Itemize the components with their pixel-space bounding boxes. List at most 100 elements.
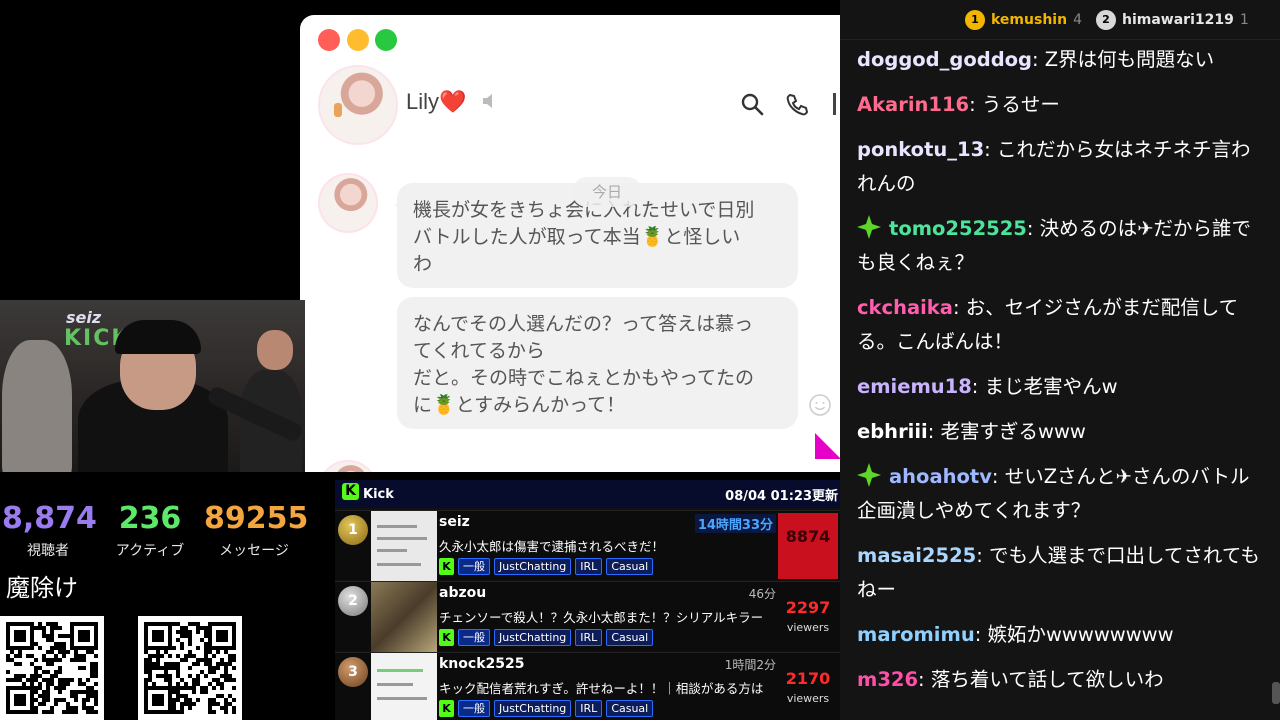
contact-name: Lily❤️ [406,89,467,114]
stream-duration: 14時間33分 [694,514,776,533]
viewer-number: 8874 [785,527,831,546]
menu-edge[interactable] [833,93,836,115]
stream-title: 久永小太郎は傷害で逮捕されるべきだ！ [439,539,665,554]
chat-text: まじ老害やんw [984,375,1118,398]
category-tag[interactable]: 一般 [458,558,490,575]
ranking-header: K Kick 08/04 01:23更新 [335,480,840,508]
qr-module [94,710,98,714]
thumbnail-line [377,537,427,540]
rank-badge: 2 [338,586,368,616]
viewer-box: 2170 viewers [778,655,838,720]
tag[interactable]: Casual [606,629,654,646]
chat-username[interactable]: ebhriii [857,420,928,443]
tag[interactable]: JustChatting [494,629,572,646]
chat-username[interactable]: ckchaika [857,296,953,319]
leaderboard-user: himawari1219 [1122,12,1234,28]
tag-list: K 一般 JustChatting IRL Casual [439,700,654,717]
chat-separator: : [927,420,941,443]
tag[interactable]: IRL [575,700,603,717]
stream-thumbnail[interactable] [371,653,437,720]
call-icon[interactable] [785,92,809,116]
tag[interactable]: Casual [606,558,654,575]
tag[interactable]: Casual [606,700,654,717]
chat-text: 老害すぎるwww [940,420,1086,443]
chat-username[interactable]: Akarin116 [857,93,969,116]
sparkle-badge-icon [857,463,881,487]
chat-username[interactable]: tomo252525 [889,217,1027,240]
ranking-row[interactable]: 1 seiz 14時間33分 久永小太郎は傷害で逮捕されるべきだ！ K 一般 J… [335,510,840,581]
person-head [257,330,293,370]
chat-message: m326: 落ち着いて話して欲しいわ [857,663,1262,697]
chat-message: maromimu: 嫉妬かwwwwwwww [857,618,1262,652]
category-tag[interactable]: 一般 [458,700,490,717]
webcam-feed: seiz KICK [0,300,305,472]
rank-2-badge-icon: 2 [1096,10,1116,30]
viewer-count: 8,874 [2,501,97,536]
neon-sign: seiz [66,308,102,327]
tag-list: K 一般 JustChatting IRL Casual [439,629,654,646]
chat-text: 嫉妬かwwwwwwww [987,623,1174,646]
ranking-row[interactable]: 3 knock2525 1時間2分 キック配信者荒れすぎ。許せねーよ！！｜相談が… [335,652,840,720]
chat-message-list: doggod_goddog: Z界は何も問題ない Akarin116: うるせー p… [857,43,1262,708]
chat-username[interactable]: ahoahotv [889,465,992,488]
message-avatar [318,460,378,472]
leaderboard-entry[interactable]: 1 kemushin 4 [965,10,1082,30]
tag[interactable]: JustChatting [494,558,572,575]
thumbnail-line [377,669,423,672]
viewer-box: 2297 viewers [778,584,838,650]
rank-1-badge-icon: 1 [965,10,985,30]
chat-username[interactable]: maromimu [857,623,975,646]
category-tag[interactable]: 一般 [458,629,490,646]
message-bubble: なんでその人選んだの？って答えは慕っ てくれてるから だと。その時でこねぇとかも… [397,297,798,429]
viewer-number: 2297 [785,598,831,617]
rank-badge: 1 [338,515,368,545]
chat-scrollbar[interactable] [1272,682,1280,704]
ranking-row[interactable]: 2 abzou 46分 チェンソーで殺人！？久永小太郎また！？シリアルキラー K… [335,581,840,652]
chat-username[interactable]: doggod_goddog [857,48,1032,71]
leaderboard-user: kemushin [991,12,1068,28]
chat-separator: : [976,544,989,567]
stream-thumbnail[interactable] [371,511,437,581]
chat-separator: : [1032,48,1045,71]
chat-separator: : [984,138,997,161]
kick-tag-icon: K [439,629,454,646]
chat-separator: : [971,375,985,398]
tag[interactable]: IRL [575,558,603,575]
chat-message: ebhriii: 老害すぎるwww [857,415,1262,449]
thumbnail-line [377,525,417,528]
chat-leaderboard: 1 kemushin 4 2 himawari1219 1 [840,0,1280,40]
chat-username[interactable]: emiemu18 [857,375,972,398]
active-stat: 236 アクティブ [104,502,196,560]
streamer-name[interactable]: seiz [439,514,470,530]
chat-username[interactable]: m326 [857,668,918,691]
streamer-name[interactable]: knock2525 [439,656,524,672]
charm-text: 魔除け [6,574,78,602]
viewer-label: viewers [786,550,830,563]
viewer-stat: 8,874 視聴者 [2,501,97,560]
tag[interactable]: IRL [575,629,603,646]
qr-code [0,616,104,720]
chat-username[interactable]: masai2525 [857,544,976,567]
streamer-name[interactable]: abzou [439,585,486,601]
active-label: アクティブ [115,543,185,559]
search-icon[interactable] [740,92,764,116]
contact-avatar[interactable] [318,65,398,145]
chat-separator: : [991,465,1005,488]
qr-module [232,710,236,714]
kick-tag-icon: K [439,700,454,717]
person [2,340,72,472]
maximize-window-button[interactable] [375,29,397,51]
reaction-smile-icon[interactable] [808,393,832,417]
messenger-window: Lily❤️ 機長が女をきちょ会に入れたせいで日別 バトルした人が取って本当🍍と… [300,15,840,472]
close-window-button[interactable] [318,29,340,51]
chat-username[interactable]: ponkotu_13 [857,138,984,161]
active-count: 236 [118,501,182,536]
stream-duration: 1時間2分 [724,658,776,672]
tag[interactable]: JustChatting [494,700,572,717]
cap [115,320,201,354]
minimize-window-button[interactable] [347,29,369,51]
date-chip: 今日 [572,177,642,207]
leaderboard-entry[interactable]: 2 himawari1219 1 [1096,10,1249,30]
stream-thumbnail[interactable] [371,582,437,652]
chat-message: doggod_goddog: Z界は何も問題ない [857,43,1262,77]
